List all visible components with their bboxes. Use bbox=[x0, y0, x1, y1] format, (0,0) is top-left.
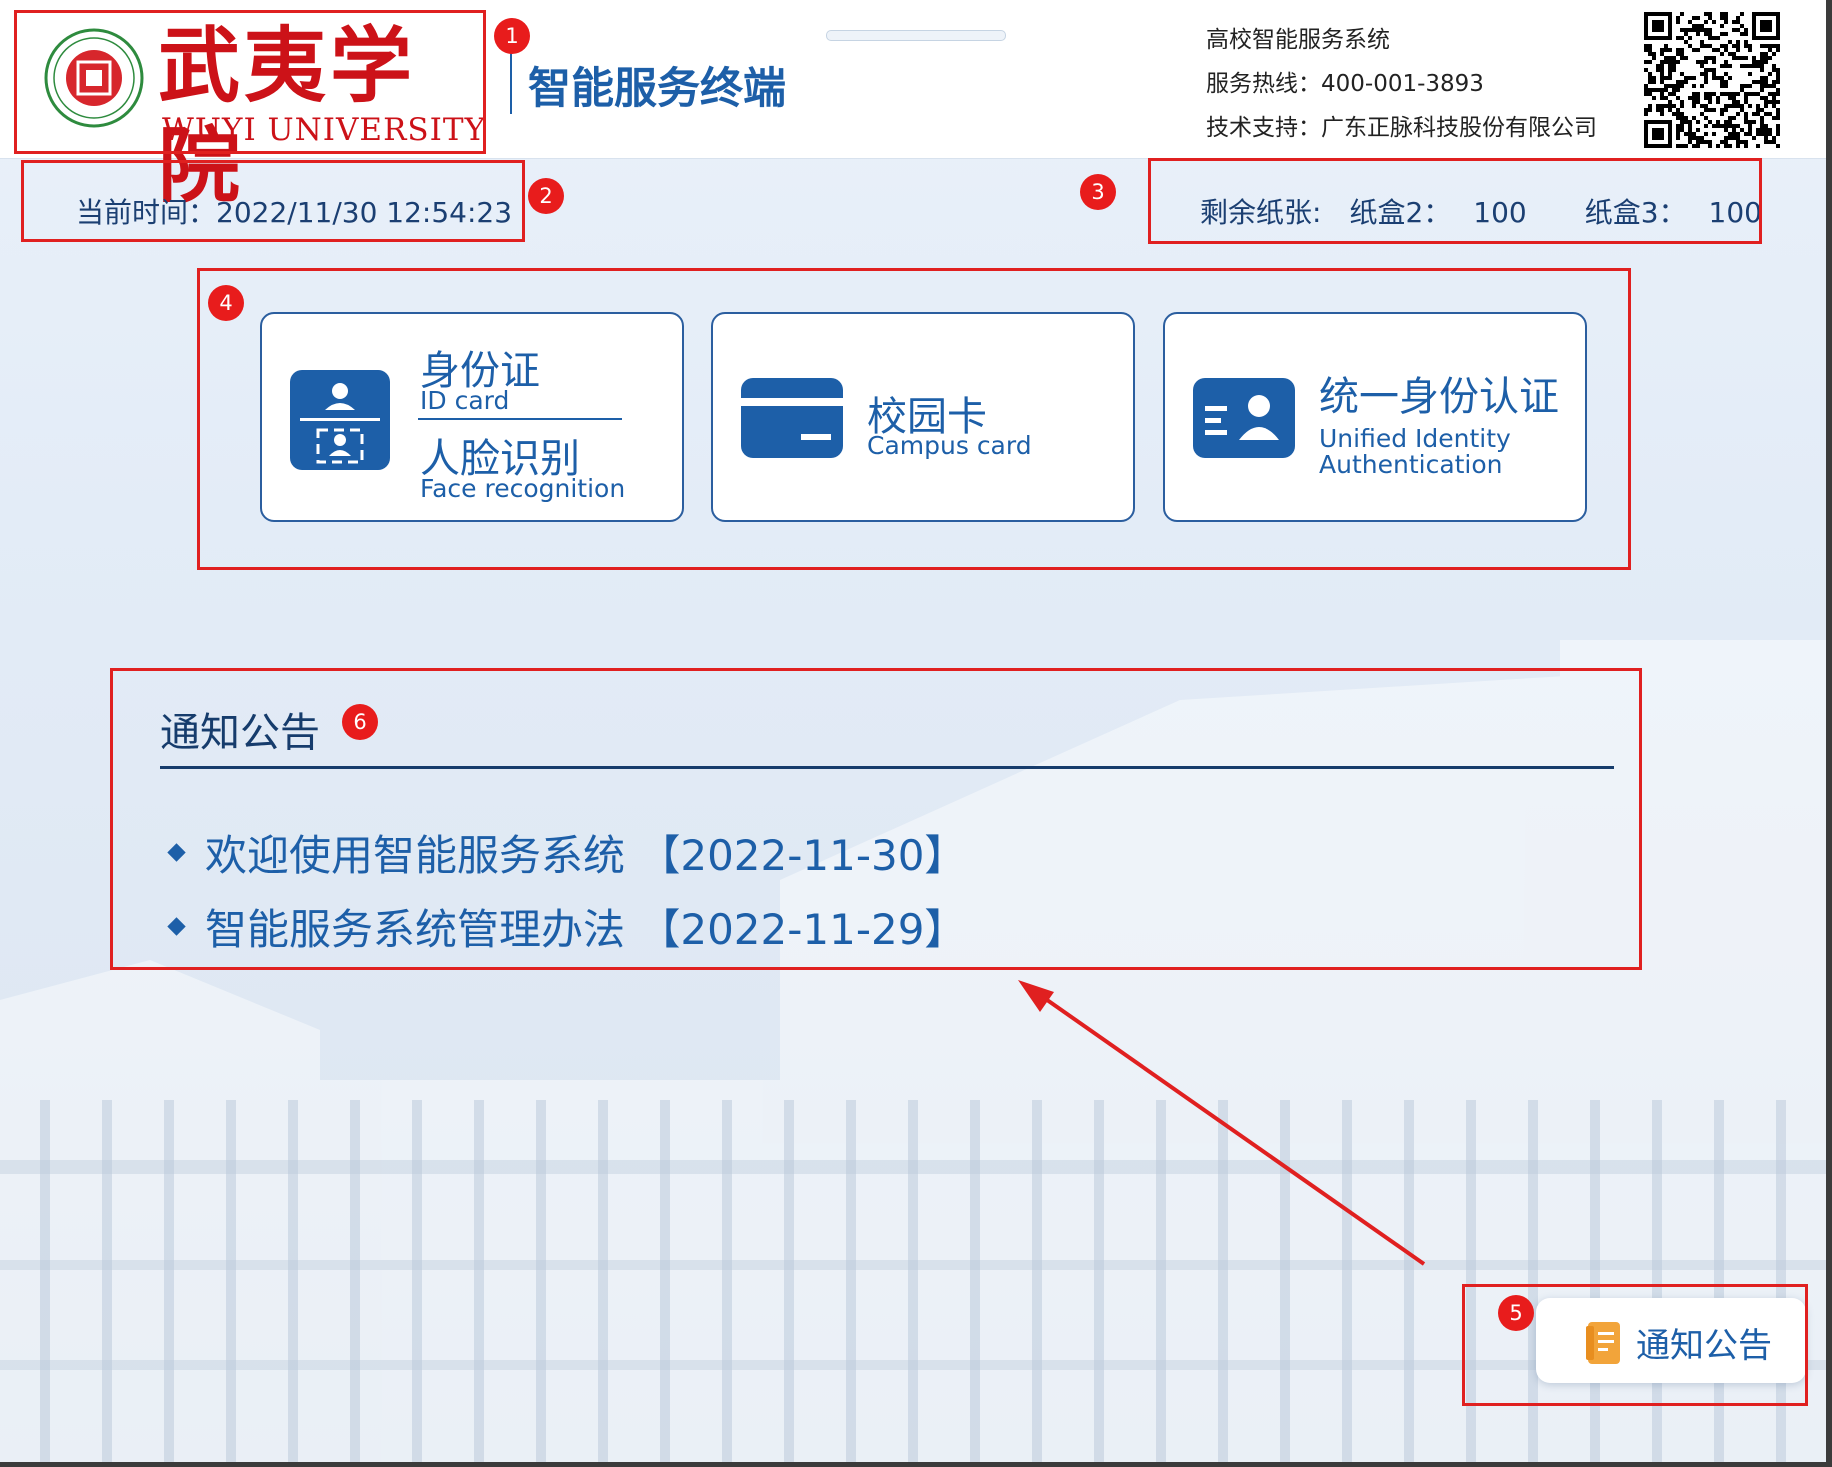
tech-support: 技术支持：广东正脉科技股份有限公司 bbox=[1206, 115, 1597, 141]
id-face-icon bbox=[290, 370, 390, 470]
id-card-face-login-button[interactable]: 身份证 ID card 人脸识别 Face recognition bbox=[260, 312, 684, 522]
current-time: 当前时间：2022/11/30 12:54:23 bbox=[76, 196, 513, 229]
bullet-diamond-icon bbox=[167, 916, 186, 936]
notice-item[interactable]: 智能服务系统管理办法 【2022-11-29】 bbox=[160, 889, 1614, 963]
unified-identity-sublabel-2: Authentication bbox=[1319, 450, 1503, 479]
tray2-value: 100 bbox=[1473, 196, 1527, 229]
tray3-label: 纸盒3： bbox=[1584, 196, 1687, 229]
notice-button-label: 通知公告 bbox=[1636, 1326, 1772, 1366]
unified-identity-icon bbox=[1193, 378, 1295, 458]
tray3-value: 100 bbox=[1708, 196, 1762, 229]
unified-identity-sublabel: Unified Identity bbox=[1319, 424, 1511, 453]
notice-floating-button[interactable]: 通知公告 bbox=[1536, 1298, 1806, 1383]
notice-list: 欢迎使用智能服务系统 【2022-11-30】 智能服务系统管理办法 【2022… bbox=[160, 815, 1614, 963]
bullet-diamond-icon bbox=[167, 842, 186, 862]
notice-item[interactable]: 欢迎使用智能服务系统 【2022-11-30】 bbox=[160, 815, 1614, 889]
header-divider bbox=[510, 52, 512, 114]
document-icon bbox=[1586, 1322, 1620, 1364]
university-logo: 武夷学院 WUYI UNIVERSITY bbox=[16, 12, 487, 214]
qr-code-icon bbox=[1644, 12, 1780, 148]
annotation-badge-3: 3 bbox=[1080, 174, 1116, 210]
face-recognition-sublabel: Face recognition bbox=[420, 474, 626, 503]
logo-english-text: WUYI UNIVERSITY bbox=[162, 112, 487, 148]
notice-item-text: 智能服务系统管理办法 【2022-11-29】 bbox=[205, 904, 967, 954]
campus-card-icon bbox=[741, 378, 843, 458]
window-edge bbox=[1826, 0, 1832, 1467]
campus-card-login-button[interactable]: 校园卡 Campus card bbox=[711, 312, 1135, 522]
annotation-badge-1: 1 bbox=[494, 18, 530, 54]
tray2-label: 纸盒2： bbox=[1349, 196, 1452, 229]
unified-identity-login-button[interactable]: 统一身份认证 Unified Identity Authentication bbox=[1163, 312, 1587, 522]
service-hotline: 服务热线：400-001-3893 bbox=[1206, 71, 1484, 97]
paper-label: 剩余纸张: bbox=[1200, 196, 1322, 229]
contact-info: 高校智能服务系统 服务热线：400-001-3893 技术支持：广东正脉科技股份… bbox=[1206, 18, 1597, 150]
system-name: 高校智能服务系统 bbox=[1206, 27, 1390, 53]
annotation-badge-2: 2 bbox=[528, 178, 564, 214]
window-edge-bottom bbox=[0, 1462, 1832, 1467]
campus-card-sublabel: Campus card bbox=[867, 431, 1032, 460]
header: 武夷学院 WUYI UNIVERSITY 智能服务终端 高校智能服务系统 服务热… bbox=[0, 0, 1832, 214]
notice-title: 通知公告 bbox=[160, 710, 320, 756]
notice-divider bbox=[160, 766, 1614, 769]
top-drag-handle[interactable] bbox=[826, 30, 1006, 41]
annotation-badge-4: 4 bbox=[208, 285, 244, 321]
annotation-badge-5: 5 bbox=[1498, 1295, 1534, 1331]
id-card-sublabel: ID card bbox=[420, 386, 510, 415]
app-title: 智能服务终端 bbox=[528, 64, 786, 114]
university-seal-icon bbox=[44, 28, 144, 128]
paper-remaining: 剩余纸张: 纸盒2： 100 纸盒3： 100 bbox=[1200, 191, 1762, 231]
annotation-badge-6: 6 bbox=[342, 704, 378, 740]
card-divider bbox=[418, 418, 622, 420]
notice-item-text: 欢迎使用智能服务系统 【2022-11-30】 bbox=[205, 830, 967, 880]
notice-section: 通知公告 欢迎使用智能服务系统 【2022-11-30】 智能服务系统管理办法 … bbox=[160, 700, 1614, 963]
unified-identity-label: 统一身份认证 bbox=[1319, 374, 1559, 420]
